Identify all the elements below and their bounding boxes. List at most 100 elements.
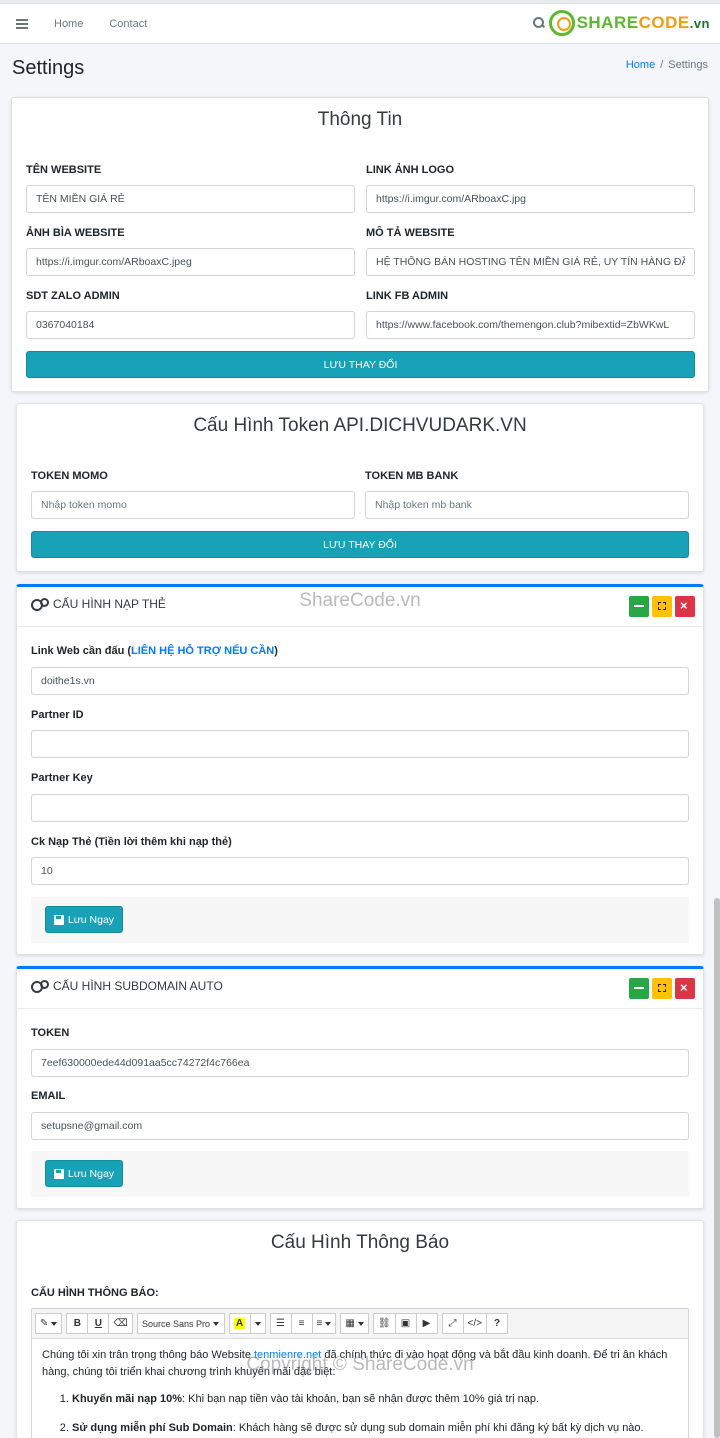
notice-card-title: Cấu Hình Thông Báo (270, 1232, 450, 1253)
highlight-dropdown[interactable] (249, 1313, 266, 1334)
topup-card: Cấu Hình Nạp Thẻ × Link Web cần đấu (LIÊ… (16, 584, 704, 955)
font-select[interactable]: Source Sans Pro (136, 1313, 225, 1334)
menu-icon[interactable] (16, 18, 28, 29)
code-view-icon[interactable]: </> (462, 1313, 487, 1334)
fb-input[interactable] (366, 311, 695, 339)
partner-id-label: Partner ID (31, 709, 84, 721)
topup-save-button[interactable]: Lưu Ngay (45, 906, 123, 933)
notice-editor: ✎ B U ⌫ Source Sans Pro A ☰ ≡ ≡ ▦ ⛓ ▣ ▶ (31, 1308, 689, 1438)
eraser-icon[interactable]: ⌫ (108, 1313, 133, 1334)
subdomain-card-title: Cấu Hình Subdomain Auto (31, 979, 223, 993)
notice-card: Cấu Hình Thông Báo Cấu Hình Thông Báo: ✎… (16, 1220, 704, 1438)
logo-mark-icon (548, 10, 575, 36)
nav-contact-link[interactable]: Contact (109, 18, 147, 30)
editor-content[interactable]: Chúng tôi xin trân trọng thông báo Websi… (32, 1339, 688, 1438)
cover-input[interactable] (26, 248, 355, 276)
ck-input[interactable] (31, 857, 689, 885)
description-label: Mô Tả Website (366, 227, 455, 239)
topup-card-tools: × (626, 596, 695, 617)
collapse-button[interactable] (629, 978, 649, 999)
minus-icon (634, 987, 644, 989)
notice-intro: Chúng tôi xin trân trọng thông báo Websi… (42, 1349, 668, 1378)
magic-wand-button[interactable]: ✎ (35, 1313, 63, 1334)
subdomain-card-tools: × (626, 978, 695, 999)
underline-button[interactable]: U (87, 1313, 110, 1334)
bold-button[interactable]: B (66, 1313, 89, 1334)
list-item: Khuyến mãi nạp 10%: Khi bạn nạp tiền vào… (72, 1391, 678, 1408)
nav-home-link[interactable]: Home (54, 18, 83, 30)
topup-card-title-text: Cấu Hình Nạp Thẻ (53, 597, 166, 611)
partner-key-label: Partner Key (31, 772, 93, 784)
editor-toolbar: ✎ B U ⌫ Source Sans Pro A ☰ ≡ ≡ ▦ ⛓ ▣ ▶ (32, 1309, 688, 1339)
promo-list: Khuyến mãi nạp 10%: Khi bạn nạp tiền vào… (42, 1391, 678, 1437)
save-icon (53, 1168, 64, 1179)
collapse-button[interactable] (629, 596, 649, 617)
subdomain-email-label: Email (31, 1090, 66, 1102)
ck-label: Ck Nạp Thẻ (Tiền lời thêm khi nạp thẻ) (31, 836, 232, 848)
page-title: Settings (12, 57, 85, 79)
navbar-right: SHARECODE.vn (532, 10, 710, 36)
subdomain-token-label: Token (31, 1027, 70, 1039)
info-card: Thông Tin Tên Website Link Ảnh Logo Ảnh … (11, 97, 709, 392)
save-icon (53, 914, 64, 925)
logo-text: SHARECODE.vn (576, 13, 710, 32)
site-link[interactable]: tenmienre.net (254, 1349, 321, 1361)
description-input[interactable] (366, 248, 695, 276)
info-card-title: Thông Tin (317, 109, 403, 130)
support-link[interactable]: LIÊN HỆ HỖ TRỢ NẾU CẦN (131, 645, 274, 657)
mb-label: Token MB Bank (365, 470, 459, 482)
highlight-button[interactable]: A (228, 1313, 251, 1334)
web-input[interactable] (31, 667, 689, 695)
breadcrumb-home[interactable]: Home (626, 59, 655, 71)
logo-label: Link Ảnh Logo (366, 164, 454, 176)
momo-label: Token Momo (31, 470, 108, 482)
maximize-button[interactable] (652, 978, 672, 999)
partner-key-input[interactable] (31, 794, 689, 822)
logo-input[interactable] (366, 185, 695, 213)
mb-input[interactable] (365, 491, 689, 519)
remove-button[interactable]: × (675, 596, 695, 617)
site-name-input[interactable] (26, 185, 355, 213)
subdomain-token-input[interactable] (31, 1049, 689, 1077)
video-icon[interactable]: ▶ (415, 1313, 438, 1334)
unordered-list-icon[interactable]: ☰ (269, 1313, 292, 1334)
notice-label: Cấu Hình Thông Báo: (31, 1287, 159, 1299)
momo-input[interactable] (31, 491, 355, 519)
list-item: Sử dụng miễn phí Sub Domain: Khách hàng … (72, 1420, 678, 1437)
image-icon[interactable]: ▣ (394, 1313, 417, 1334)
cogs-icon (31, 980, 49, 993)
search-icon[interactable] (532, 17, 545, 29)
remove-button[interactable]: × (675, 978, 695, 999)
close-icon: × (680, 598, 688, 613)
zalo-input[interactable] (26, 311, 355, 339)
subdomain-email-input[interactable] (31, 1112, 689, 1140)
cover-label: Ảnh Bìa Website (26, 227, 125, 239)
topup-card-header: Cấu Hình Nạp Thẻ × (17, 587, 703, 627)
sharecode-logo: SHARECODE.vn (548, 10, 710, 36)
page-scrollbar[interactable] (714, 898, 720, 1438)
align-icon[interactable]: ≡ (311, 1313, 337, 1334)
subdomain-save-button[interactable]: Lưu Ngay (45, 1160, 123, 1187)
zalo-label: SDT Zalo Admin (26, 290, 120, 302)
link-icon[interactable]: ⛓ (372, 1313, 396, 1334)
maximize-button[interactable] (652, 596, 672, 617)
table-icon[interactable]: ▦ (340, 1313, 369, 1334)
ordered-list-icon[interactable]: ≡ (290, 1313, 313, 1334)
subdomain-card-header: Cấu Hình Subdomain Auto × (17, 969, 703, 1009)
info-save-button[interactable]: Lưu Thay Đổi (26, 351, 695, 378)
subdomain-card-title-text: Cấu Hình Subdomain Auto (53, 979, 223, 993)
token-card-title: Cấu Hình Token API.DICHVUDARK.VN (193, 415, 527, 436)
expand-icon (658, 602, 666, 610)
site-name-label: Tên Website (26, 164, 102, 176)
breadcrumb-current: Settings (668, 59, 708, 71)
token-save-button[interactable]: Lưu Thay Đổi (31, 531, 689, 558)
close-icon: × (680, 980, 688, 995)
topup-card-title: Cấu Hình Nạp Thẻ (31, 597, 166, 611)
minus-icon (634, 605, 644, 607)
fullscreen-icon[interactable]: ⤢ (441, 1313, 464, 1334)
navbar: Home Contact SHARECODE.vn (0, 4, 720, 44)
help-icon[interactable]: ? (486, 1313, 508, 1334)
web-label: Link Web cần đấu (LIÊN HỆ HỖ TRỢ NẾU CẦN… (31, 645, 278, 657)
partner-id-input[interactable] (31, 730, 689, 758)
token-card: Cấu Hình Token API.DICHVUDARK.VN Token M… (16, 403, 704, 572)
